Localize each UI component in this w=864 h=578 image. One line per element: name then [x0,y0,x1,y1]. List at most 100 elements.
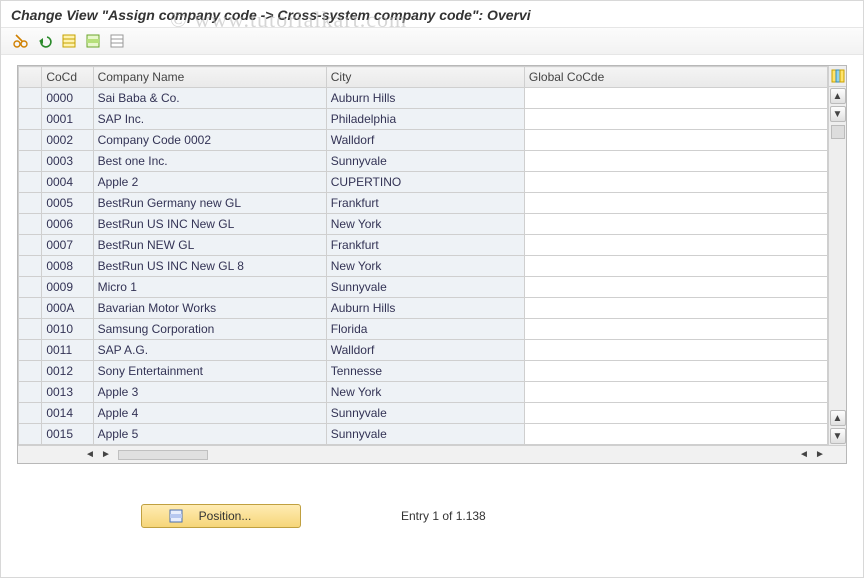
row-selector[interactable] [19,319,42,340]
row-selector[interactable] [19,382,42,403]
cell-company-name: Apple 4 [93,403,326,424]
row-selector[interactable] [19,151,42,172]
row-selector[interactable] [19,403,42,424]
table-row: 0015Apple 5Sunnyvale [19,424,828,445]
cell-cocd: 0007 [42,235,93,256]
cell-global-cocde[interactable] [524,403,827,424]
cell-company-name: Apple 5 [93,424,326,445]
row-selector[interactable] [19,340,42,361]
table-row: 000ABavarian Motor WorksAuburn Hills [19,298,828,319]
cell-city: Florida [326,319,524,340]
cell-city: New York [326,214,524,235]
cell-cocd: 0005 [42,193,93,214]
cell-company-name: BestRun US INC New GL 8 [93,256,326,277]
scroll-thumb[interactable] [831,125,845,139]
cell-global-cocde[interactable] [524,109,827,130]
position-button[interactable]: Position... [141,504,301,528]
row-selector[interactable] [19,277,42,298]
cell-company-name: BestRun Germany new GL [93,193,326,214]
cell-city: Philadelphia [326,109,524,130]
cell-cocd: 0010 [42,319,93,340]
cell-cocd: 0009 [42,277,93,298]
row-selector[interactable] [19,256,42,277]
cell-global-cocde[interactable] [524,214,827,235]
cell-city: New York [326,382,524,403]
configure-columns-icon [831,69,845,83]
select-all-button[interactable] [59,31,79,51]
row-selector[interactable] [19,130,42,151]
horizontal-scrollbar[interactable]: ◄ ► ◄ ► [18,445,846,463]
cell-global-cocde[interactable] [524,277,827,298]
scroll-down-end-button[interactable]: ▼ [830,428,846,444]
row-selector[interactable] [19,193,42,214]
cell-cocd: 0013 [42,382,93,403]
cell-global-cocde[interactable] [524,340,827,361]
position-button-label: Position... [199,509,252,523]
row-selector[interactable] [19,235,42,256]
col-header-company[interactable]: Company Name [93,67,326,88]
hscroll-right-button[interactable]: ► [98,448,114,462]
scroll-down-button[interactable]: ▼ [830,106,846,122]
col-header-global[interactable]: Global CoCde [524,67,827,88]
col-header-selector[interactable] [19,67,42,88]
cell-global-cocde[interactable] [524,88,827,109]
cell-cocd: 0003 [42,151,93,172]
cell-cocd: 0011 [42,340,93,361]
table-row: 0000Sai Baba & Co.Auburn Hills [19,88,828,109]
cell-global-cocde[interactable] [524,130,827,151]
toggle-change-button[interactable] [11,31,31,51]
cell-global-cocde[interactable] [524,319,827,340]
toolbar [1,28,863,55]
cell-cocd: 0012 [42,361,93,382]
vertical-scrollbar[interactable]: ▲ ▼ ▲ ▼ [828,66,846,445]
cell-city: New York [326,256,524,277]
deselect-icon [109,33,125,49]
table-row: 0008BestRun US INC New GL 8New York [19,256,828,277]
undo-button[interactable] [35,31,55,51]
deselect-all-button[interactable] [107,31,127,51]
row-selector[interactable] [19,172,42,193]
row-selector[interactable] [19,88,42,109]
scroll-up-button[interactable]: ▲ [830,88,846,104]
row-selector[interactable] [19,298,42,319]
cell-city: Sunnyvale [326,424,524,445]
cell-cocd: 0000 [42,88,93,109]
table-row: 0001SAP Inc.Philadelphia [19,109,828,130]
cell-city: Walldorf [326,340,524,361]
hscroll-left-end-button[interactable]: ◄ [796,448,812,462]
cell-global-cocde[interactable] [524,298,827,319]
select-block-button[interactable] [83,31,103,51]
cell-global-cocde[interactable] [524,424,827,445]
row-selector[interactable] [19,109,42,130]
cell-company-name: Samsung Corporation [93,319,326,340]
cell-global-cocde[interactable] [524,151,827,172]
footer-bar: Position... Entry 1 of 1.138 [1,504,863,528]
hscroll-track[interactable] [118,450,208,460]
row-selector[interactable] [19,214,42,235]
data-table-container: CoCd Company Name City Global CoCde 0000… [17,65,847,464]
pencil-glasses-icon [13,33,29,49]
cell-cocd: 0006 [42,214,93,235]
cell-global-cocde[interactable] [524,382,827,403]
configure-columns-button[interactable] [829,66,846,87]
cell-global-cocde[interactable] [524,172,827,193]
cell-global-cocde[interactable] [524,235,827,256]
cell-city: CUPERTINO [326,172,524,193]
cell-company-name: SAP A.G. [93,340,326,361]
cell-global-cocde[interactable] [524,193,827,214]
cell-city: Sunnyvale [326,403,524,424]
hscroll-right-end-button[interactable]: ► [812,448,828,462]
hscroll-left-button[interactable]: ◄ [82,448,98,462]
cell-company-name: Bavarian Motor Works [93,298,326,319]
cell-cocd: 0002 [42,130,93,151]
table-row: 0012Sony EntertainmentTennesse [19,361,828,382]
col-header-city[interactable]: City [326,67,524,88]
scroll-up-end-button[interactable]: ▲ [830,410,846,426]
cell-global-cocde[interactable] [524,256,827,277]
col-header-cocd[interactable]: CoCd [42,67,93,88]
company-code-table: CoCd Company Name City Global CoCde 0000… [18,66,828,445]
row-selector[interactable] [19,361,42,382]
cell-global-cocde[interactable] [524,361,827,382]
table-row: 0002Company Code 0002Walldorf [19,130,828,151]
row-selector[interactable] [19,424,42,445]
